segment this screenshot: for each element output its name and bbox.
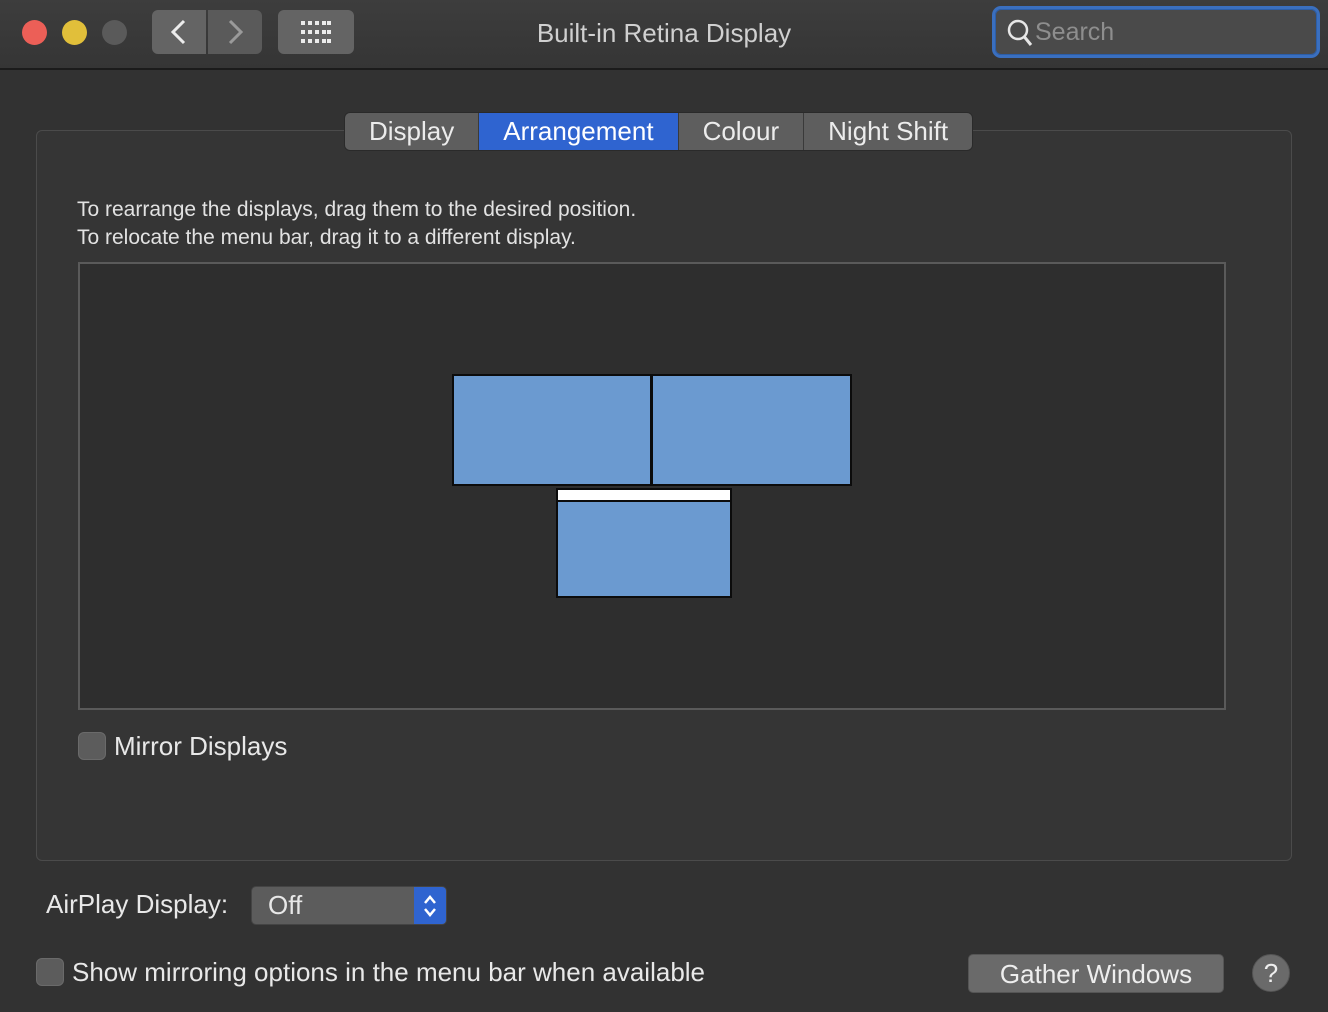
mirror-displays-checkbox[interactable] [78,732,106,760]
display-top-left[interactable] [452,374,652,486]
show-mirroring-checkbox[interactable] [36,958,64,986]
tab-arrangement[interactable]: Arrangement [479,113,679,150]
tab-display[interactable]: Display [345,113,480,150]
airplay-label: AirPlay Display: [46,889,229,919]
display-top-right[interactable] [651,374,852,486]
airplay-value: Off [268,890,303,920]
display-arrangement-area [78,262,1226,710]
instruction-line-1: To rearrange the displays, drag them to … [77,198,637,221]
search-placeholder: Search [1035,18,1115,46]
help-button[interactable]: ? [1252,954,1290,992]
tab-bar: Display Arrangement Colour Night Shift [344,112,974,151]
display-main[interactable] [556,500,732,598]
gather-windows-button[interactable]: Gather Windows [968,954,1224,993]
title-bar: Built-in Retina Display Search [0,0,1328,70]
menu-bar-indicator[interactable] [556,488,732,502]
search-icon [1007,19,1033,46]
mirror-displays-label: Mirror Displays [114,731,288,761]
show-mirroring-label: Show mirroring options in the menu bar w… [72,957,706,987]
instruction-line-2: To relocate the menu bar, drag it to a d… [77,226,576,249]
search-field[interactable]: Search [992,6,1320,58]
tab-night-shift[interactable]: Night Shift [804,113,973,150]
updown-arrows-icon [414,887,446,924]
tab-colour[interactable]: Colour [678,113,805,150]
airplay-select[interactable]: Off [251,886,447,925]
arrangement-instructions: To rearrange the displays, drag them to … [77,196,636,252]
